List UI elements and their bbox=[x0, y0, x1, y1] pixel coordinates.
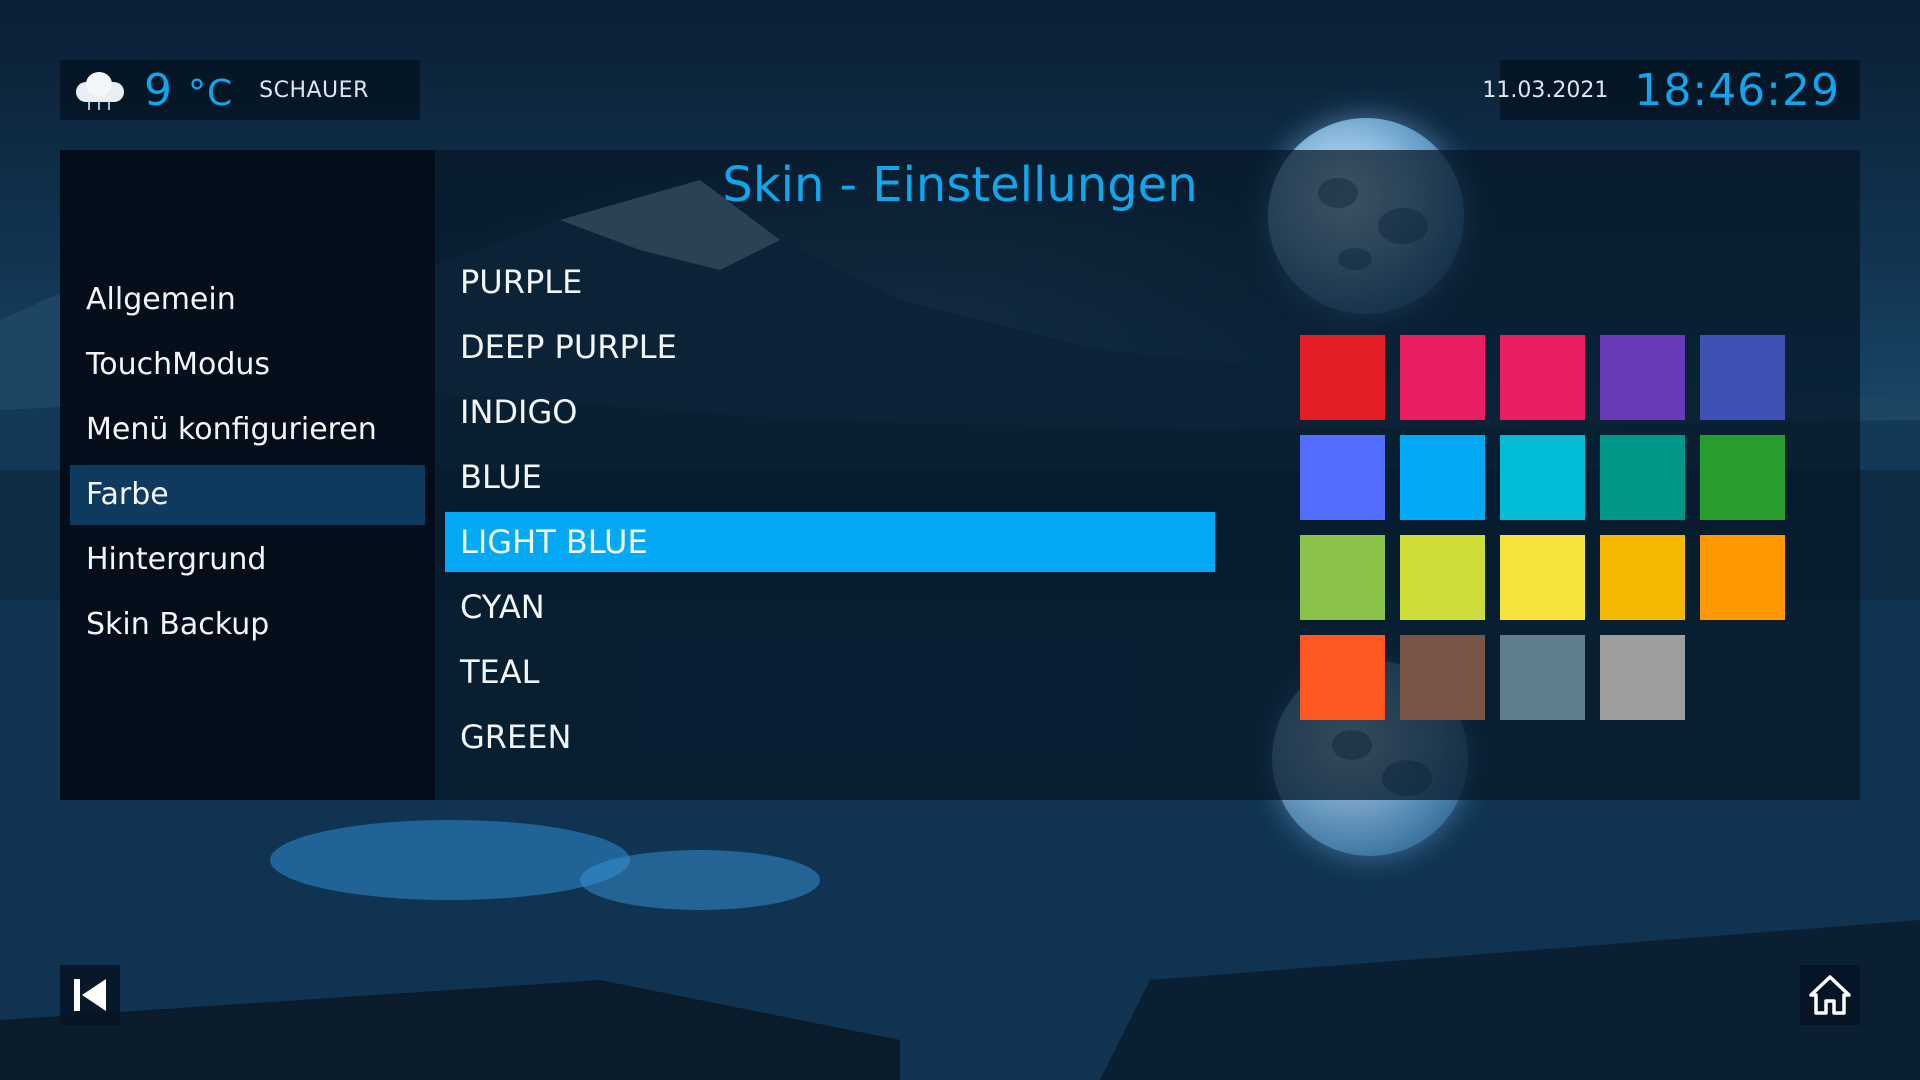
color-swatch[interactable] bbox=[1500, 535, 1585, 620]
color-swatch[interactable] bbox=[1300, 635, 1385, 720]
color-swatch[interactable] bbox=[1700, 535, 1785, 620]
sidebar-item-touchmodus[interactable]: TouchModus bbox=[70, 335, 425, 395]
color-swatch[interactable] bbox=[1300, 435, 1385, 520]
color-swatch[interactable] bbox=[1700, 435, 1785, 520]
color-swatch[interactable] bbox=[1400, 535, 1485, 620]
home-icon bbox=[1809, 975, 1851, 1015]
color-option-teal[interactable]: TEAL bbox=[445, 642, 1215, 702]
sidebar-item-skin-backup[interactable]: Skin Backup bbox=[70, 595, 425, 655]
sidebar-item-hintergrund[interactable]: Hintergrund bbox=[70, 530, 425, 590]
cloud-rain-icon bbox=[72, 68, 128, 112]
skip-back-icon bbox=[74, 979, 106, 1011]
color-option-green[interactable]: GREEN bbox=[445, 707, 1215, 767]
color-option-purple[interactable]: PURPLE bbox=[445, 252, 1215, 312]
date-label: 11.03.2021 bbox=[1482, 77, 1609, 103]
sidebar-menu: Allgemein TouchModus Menü konfigurieren … bbox=[70, 270, 425, 660]
sidebar-item-menu-konfigurieren[interactable]: Menü konfigurieren bbox=[70, 400, 425, 460]
color-option-indigo[interactable]: INDIGO bbox=[445, 382, 1215, 442]
home-button[interactable] bbox=[1800, 965, 1860, 1025]
color-swatch[interactable] bbox=[1600, 435, 1685, 520]
temperature-unit: °C bbox=[188, 72, 234, 114]
color-swatch[interactable] bbox=[1600, 335, 1685, 420]
sidebar-item-farbe[interactable]: Farbe bbox=[70, 465, 425, 525]
color-swatch[interactable] bbox=[1400, 435, 1485, 520]
page-title: Skin - Einstellungen bbox=[722, 157, 1198, 213]
color-swatch[interactable] bbox=[1300, 335, 1385, 420]
color-swatch[interactable] bbox=[1500, 435, 1585, 520]
back-button[interactable] bbox=[60, 965, 120, 1025]
weather-condition: SCHAUER bbox=[259, 77, 369, 103]
color-swatch[interactable] bbox=[1500, 635, 1585, 720]
color-swatch[interactable] bbox=[1300, 535, 1385, 620]
color-swatch[interactable] bbox=[1500, 335, 1585, 420]
color-option-light-blue[interactable]: LIGHT BLUE bbox=[445, 512, 1215, 572]
color-swatch[interactable] bbox=[1600, 635, 1685, 720]
weather-widget: 9 °C SCHAUER bbox=[60, 60, 420, 120]
color-swatch[interactable] bbox=[1600, 535, 1685, 620]
time-label: 18:46:29 bbox=[1634, 64, 1840, 116]
color-option-blue[interactable]: BLUE bbox=[445, 447, 1215, 507]
temperature: 9 °C bbox=[144, 64, 234, 116]
color-swatch[interactable] bbox=[1400, 335, 1485, 420]
color-option-deep-purple[interactable]: DEEP PURPLE bbox=[445, 317, 1215, 377]
color-palette bbox=[1300, 335, 1790, 720]
color-swatch[interactable] bbox=[1700, 335, 1785, 420]
color-swatch[interactable] bbox=[1400, 635, 1485, 720]
sidebar-item-allgemein[interactable]: Allgemein bbox=[70, 270, 425, 330]
color-option-cyan[interactable]: CYAN bbox=[445, 577, 1215, 637]
clock-widget: 11.03.2021 18:46:29 bbox=[1482, 60, 1860, 120]
color-list: PURPLE DEEP PURPLE INDIGO BLUE LIGHT BLU… bbox=[445, 252, 1215, 772]
